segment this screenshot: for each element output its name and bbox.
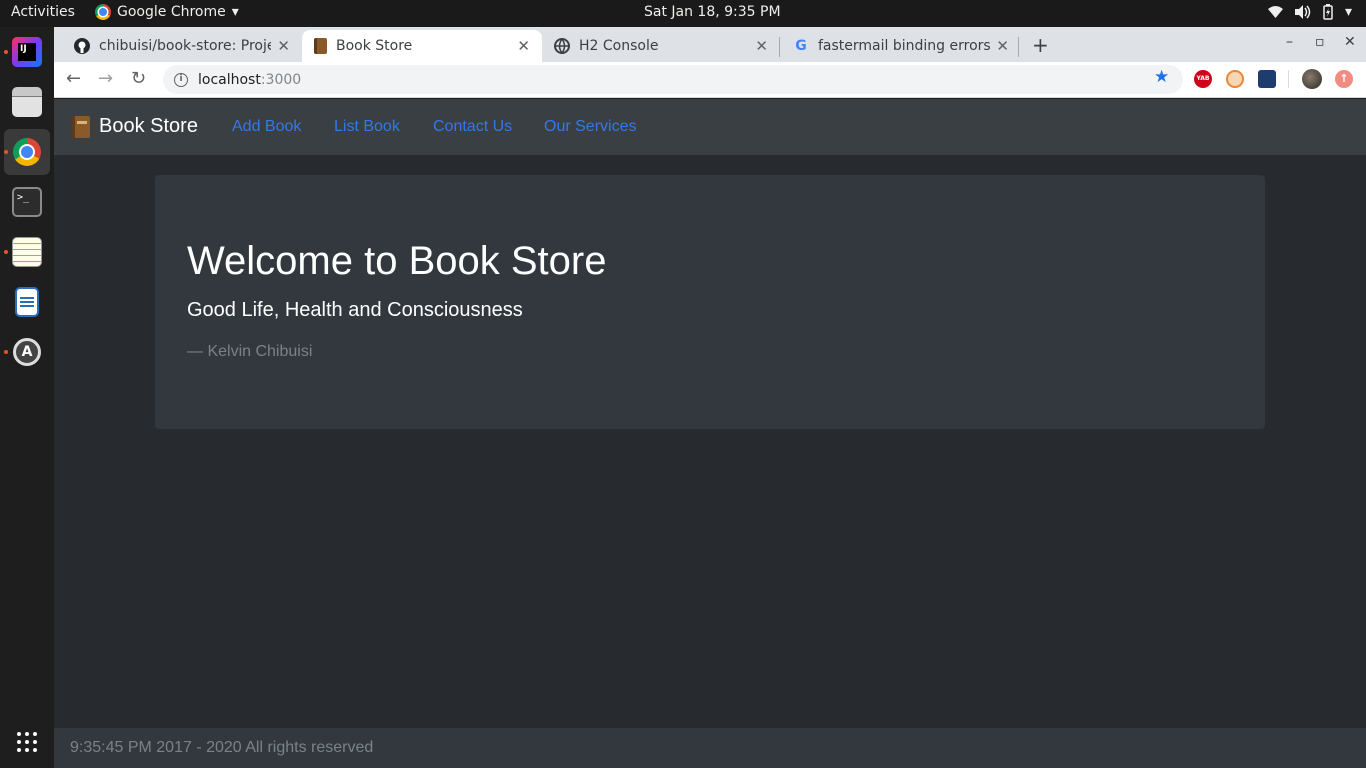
page-title: Welcome to Book Store [187,239,607,283]
site-footer: 9:35:45 PM 2017 - 2020 All rights reserv… [54,728,1366,768]
running-indicator [4,150,8,154]
tab-separator [1018,37,1019,57]
bookmark-star-icon[interactable]: ★ [1154,67,1169,87]
app-menu[interactable]: Google Chrome ▾ [95,4,239,20]
book-icon [314,38,327,54]
brand-label: Book Store [99,115,198,137]
terminal-icon: >_ [12,187,42,217]
book-icon [72,115,90,138]
nav-link-list-book[interactable]: List Book [334,118,400,136]
activities-button[interactable]: Activities [11,4,75,20]
intellij-icon: IJ [12,37,42,67]
nav-link-add-book[interactable]: Add Book [232,118,301,136]
blue-extension-icon[interactable] [1258,70,1276,88]
tab-h2-console[interactable]: H2 Console ✕ [542,30,780,62]
dock-chrome[interactable] [4,129,50,175]
close-icon[interactable]: ✕ [755,37,768,55]
file-manager-icon [12,87,42,117]
dock-intellij[interactable]: IJ [4,29,50,75]
close-icon[interactable]: ✕ [517,37,530,55]
update-icon[interactable]: ↑ [1335,70,1353,88]
github-icon [74,38,90,54]
tab-title: H2 Console [579,38,659,54]
tab-google-search[interactable]: G fastermail binding errors ✕ [781,30,1021,62]
dock-files[interactable] [4,79,50,125]
brand-link[interactable]: Book Store [72,115,198,138]
close-icon[interactable]: ✕ [996,37,1009,55]
tab-github[interactable]: chibuisi/book-store: Proje ✕ [62,30,302,62]
running-indicator [4,50,8,54]
battery-icon [1323,4,1333,20]
reload-button[interactable]: ↻ [131,68,146,89]
system-top-bar: Activities Google Chrome ▾ Sat Jan 18, 9… [0,0,1366,27]
chevron-down-icon: ▾ [231,4,239,20]
url-host: localhost [198,71,261,88]
wifi-icon [1267,5,1283,18]
volume-icon [1294,5,1311,19]
clock[interactable]: Sat Jan 18, 9:35 PM [644,4,781,20]
tab-title: chibuisi/book-store: Proje [99,38,272,54]
profile-avatar-icon[interactable] [1302,69,1322,89]
address-bar[interactable]: i localhost:3000 [163,65,1183,94]
welcome-jumbotron: Welcome to Book Store Good Life, Health … [155,175,1265,429]
new-tab-button[interactable]: + [1032,33,1049,57]
dock-writer[interactable] [4,279,50,325]
window-close-button[interactable]: ✕ [1344,34,1356,50]
url-port: :3000 [260,71,302,88]
globe-icon [554,38,570,54]
maximize-button[interactable]: ▫ [1315,34,1325,50]
site-navbar: Book Store Add Book List Book Contact Us… [54,99,1366,155]
minimize-button[interactable]: – [1286,34,1293,50]
power-menu-icon: ▾ [1344,4,1352,20]
back-button[interactable]: ← [66,68,81,89]
dock-terminal[interactable]: >_ [4,179,50,225]
jumbotron-lead: Good Life, Health and Consciousness [187,299,523,321]
running-indicator [4,250,8,254]
system-tray[interactable]: ▾ [1267,4,1352,20]
google-icon: G [795,38,807,54]
close-icon[interactable]: ✕ [277,37,290,55]
orange-extension-icon[interactable] [1226,70,1244,88]
software-updater-icon: A [13,338,41,366]
app-menu-label: Google Chrome [117,4,226,20]
tab-title: fastermail binding errors [818,38,991,54]
web-page: Book Store Add Book List Book Contact Us… [54,99,1366,768]
browser-toolbar: ← → ↻ i localhost:3000 ★ YAB ↑ [54,62,1366,98]
tab-book-store[interactable]: Book Store ✕ [302,30,542,62]
nav-link-our-services[interactable]: Our Services [544,118,636,136]
running-indicator [4,350,8,354]
dock-text-editor[interactable] [4,229,50,275]
yab-extension-icon[interactable]: YAB [1194,70,1212,88]
dock-software-updater[interactable]: A [4,329,50,375]
screen: Activities Google Chrome ▾ Sat Jan 18, 9… [0,0,1366,768]
forward-button[interactable]: → [98,68,113,89]
tab-strip: chibuisi/book-store: Proje ✕ Book Store … [54,27,1366,62]
site-info-icon[interactable]: i [174,72,188,87]
writer-icon [15,287,39,317]
text-editor-icon [12,237,42,267]
chrome-icon [95,4,111,20]
dock: IJ >_ A [0,27,54,768]
toolbar-divider [1288,70,1289,88]
show-apps-icon[interactable] [17,732,37,752]
chrome-icon [13,138,41,166]
quote-citation: — Kelvin Chibuisi [187,343,313,360]
tab-separator [779,37,780,57]
footer-text: 9:35:45 PM 2017 - 2020 All rights reserv… [70,739,374,756]
nav-link-contact-us[interactable]: Contact Us [433,118,512,136]
tab-title: Book Store [336,38,413,54]
